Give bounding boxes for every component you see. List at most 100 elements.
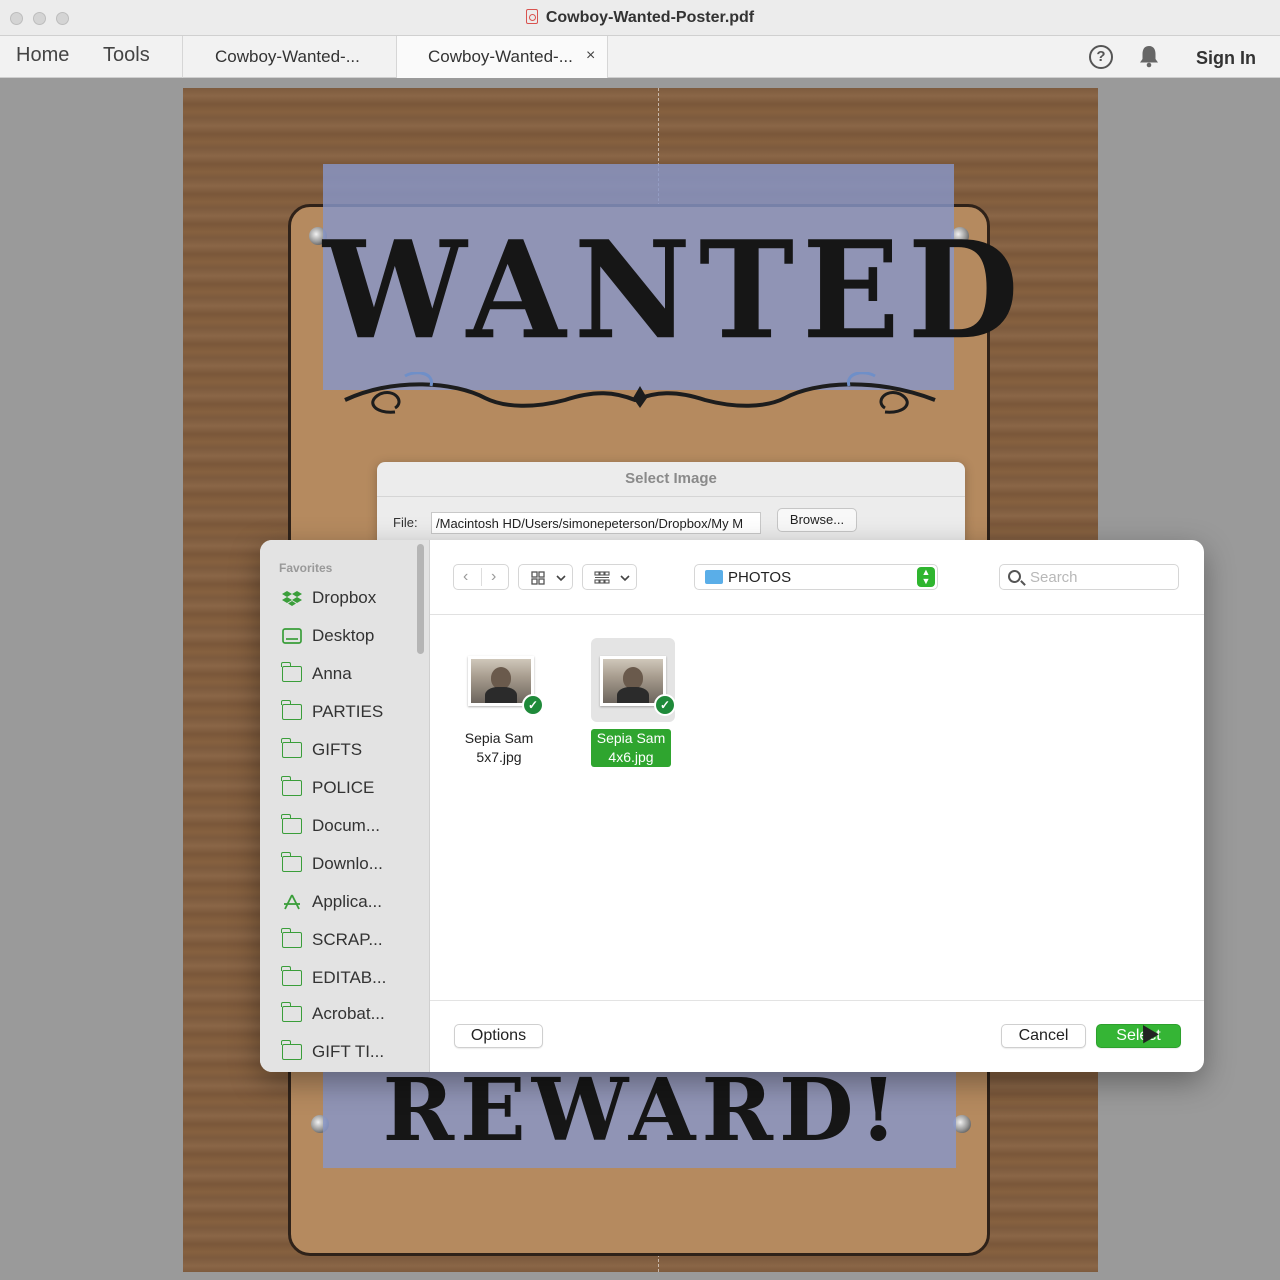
chevron-down-icon [620, 575, 630, 582]
sidebar-item-gift-tags[interactable]: GIFT TI... [281, 1038, 422, 1066]
folder-icon [281, 852, 302, 872]
sidebar-item-label: Acrobat... [312, 1004, 385, 1023]
folder-icon [281, 662, 302, 682]
sidebar-item-acrobat[interactable]: Acrobat... [281, 1000, 422, 1028]
ornament-divider-icon [344, 372, 936, 414]
sidebar-item-gifts[interactable]: GIFTS [281, 736, 422, 764]
sidebar-item-parties[interactable]: PARTIES [281, 698, 422, 726]
help-icon[interactable]: ? [1089, 45, 1113, 69]
file-name-line1: Sepia Sam [464, 730, 534, 746]
sidebar-item-label: Anna [312, 664, 352, 683]
forward-chevron-icon[interactable]: › [491, 568, 496, 586]
applications-icon [284, 894, 300, 910]
divider [377, 496, 965, 497]
tab-close-icon[interactable]: × [586, 47, 595, 65]
window-title: Cowboy-Wanted-Poster.pdf [0, 9, 1280, 27]
file-item-selected[interactable]: ✓ Sepia Sam 4x6.jpg [581, 638, 681, 768]
view-mode-button[interactable] [518, 564, 573, 590]
sidebar-item-label: GIFT TI... [312, 1042, 385, 1061]
sign-in-button[interactable]: Sign In [1196, 48, 1256, 69]
pdf-file-icon [525, 9, 538, 24]
sidebar-item-applications[interactable]: Applica... [282, 888, 422, 916]
file-thumbnail: ✓ [591, 638, 676, 722]
tools-nav[interactable]: Tools [103, 44, 150, 67]
sidebar-item-label: PARTIES [312, 702, 384, 721]
sidebar-item-label: Desktop [312, 626, 375, 645]
sidebar-item-label: Applica... [312, 892, 382, 911]
photo-thumbnail [603, 659, 663, 703]
notification-bell-icon[interactable] [1138, 44, 1160, 68]
home-nav[interactable]: Home [16, 44, 69, 67]
sidebar-item-downloads[interactable]: Downlo... [281, 850, 422, 878]
sidebar-item-desktop[interactable]: Desktop [282, 622, 422, 650]
app-toolbar: Home Tools Cowboy-Wanted-... Cowboy-Want… [0, 36, 1280, 78]
file-name: Sepia Sam 5x7.jpg [449, 729, 549, 767]
file-path-field[interactable] [431, 512, 761, 534]
folder-icon [705, 570, 723, 584]
checkmark-icon: ✓ [654, 694, 676, 716]
tab-label: Cowboy-Wanted-... [428, 47, 573, 66]
poster-reward: REWARD! [382, 1060, 904, 1161]
sidebar-item-label: Downlo... [312, 854, 383, 873]
file-picker-sheet: Favorites Dropbox Desktop Anna PARTIES G… [260, 540, 1204, 1072]
folder-icon [281, 1040, 302, 1060]
back-forward-group: ‹ › [453, 564, 509, 590]
dialog-title: Select Image [625, 470, 717, 487]
file-item[interactable]: ✓ Sepia Sam 5x7.jpg [449, 638, 549, 768]
file-name-label: Sepia Sam 5x7.jpg [459, 729, 539, 767]
dropbox-icon [282, 591, 302, 606]
browse-button[interactable]: Browse... [777, 508, 857, 532]
location-popup[interactable]: PHOTOS ▲ ▼ [694, 564, 938, 590]
file-name-line2: 4x6.jpg [605, 748, 657, 767]
tab-document-2[interactable]: Cowboy-Wanted-... [396, 36, 608, 78]
file-name-line2: 5x7.jpg [476, 749, 522, 765]
checkmark-icon: ✓ [522, 694, 544, 716]
group-grid-icon [594, 571, 610, 584]
sidebar-item-scrap[interactable]: SCRAP... [281, 926, 422, 954]
tab-label: Cowboy-Wanted-... [215, 47, 360, 66]
sidebar-item-documents[interactable]: Docum... [281, 812, 422, 840]
sidebar-item-editable[interactable]: EDITAB... [281, 964, 422, 992]
tab-document-1[interactable]: Cowboy-Wanted-... [182, 36, 396, 78]
title-bar: Cowboy-Wanted-Poster.pdf [0, 0, 1280, 36]
folder-icon [281, 738, 302, 758]
divider [430, 1000, 1204, 1001]
sidebar-item-label: Dropbox [312, 588, 377, 607]
up-down-chevron-icon: ▲ ▼ [917, 567, 935, 587]
folder-icon [281, 1002, 302, 1022]
favorites-sidebar: Favorites Dropbox Desktop Anna PARTIES G… [260, 540, 430, 1072]
file-label: File: [393, 515, 418, 530]
file-name-label: Sepia Sam 4x6.jpg [590, 729, 672, 767]
folder-icon [281, 814, 302, 834]
options-button[interactable]: Options [454, 1024, 543, 1048]
sidebar-item-label: SCRAP... [312, 930, 383, 949]
divider [430, 614, 1204, 615]
folder-icon [281, 928, 302, 948]
photo-thumbnail [471, 659, 531, 703]
file-name: Sepia Sam 4x6.jpg [581, 729, 681, 767]
chevron-down-icon [556, 575, 566, 582]
sidebar-item-label: EDITAB... [312, 968, 387, 987]
favorites-header: Favorites [279, 561, 333, 575]
sidebar-item-police[interactable]: POLICE [281, 774, 422, 802]
divider [481, 568, 482, 586]
search-field[interactable] [999, 564, 1179, 590]
folder-icon [281, 776, 302, 796]
select-image-dialog: Select Image File: Browse... [377, 462, 965, 552]
poster-title: WANTED [323, 212, 1027, 370]
search-input[interactable] [1030, 568, 1170, 586]
cancel-button[interactable]: Cancel [1001, 1024, 1086, 1048]
sidebar-item-anna[interactable]: Anna [281, 660, 422, 688]
sidebar-item-dropbox[interactable]: Dropbox [282, 584, 422, 612]
window-title-text: Cowboy-Wanted-Poster.pdf [545, 9, 755, 26]
location-label: PHOTOS [728, 569, 792, 586]
back-chevron-icon[interactable]: ‹ [463, 568, 468, 586]
group-by-button[interactable] [582, 564, 637, 590]
sidebar-item-label: POLICE [312, 778, 375, 797]
sidebar-scrollbar[interactable] [417, 544, 424, 654]
file-thumbnail: ✓ [459, 638, 544, 722]
folder-icon [281, 700, 302, 720]
sidebar-item-label: Docum... [312, 816, 381, 835]
file-name-line1: Sepia Sam [593, 729, 669, 748]
icon-grid-icon [531, 571, 545, 585]
